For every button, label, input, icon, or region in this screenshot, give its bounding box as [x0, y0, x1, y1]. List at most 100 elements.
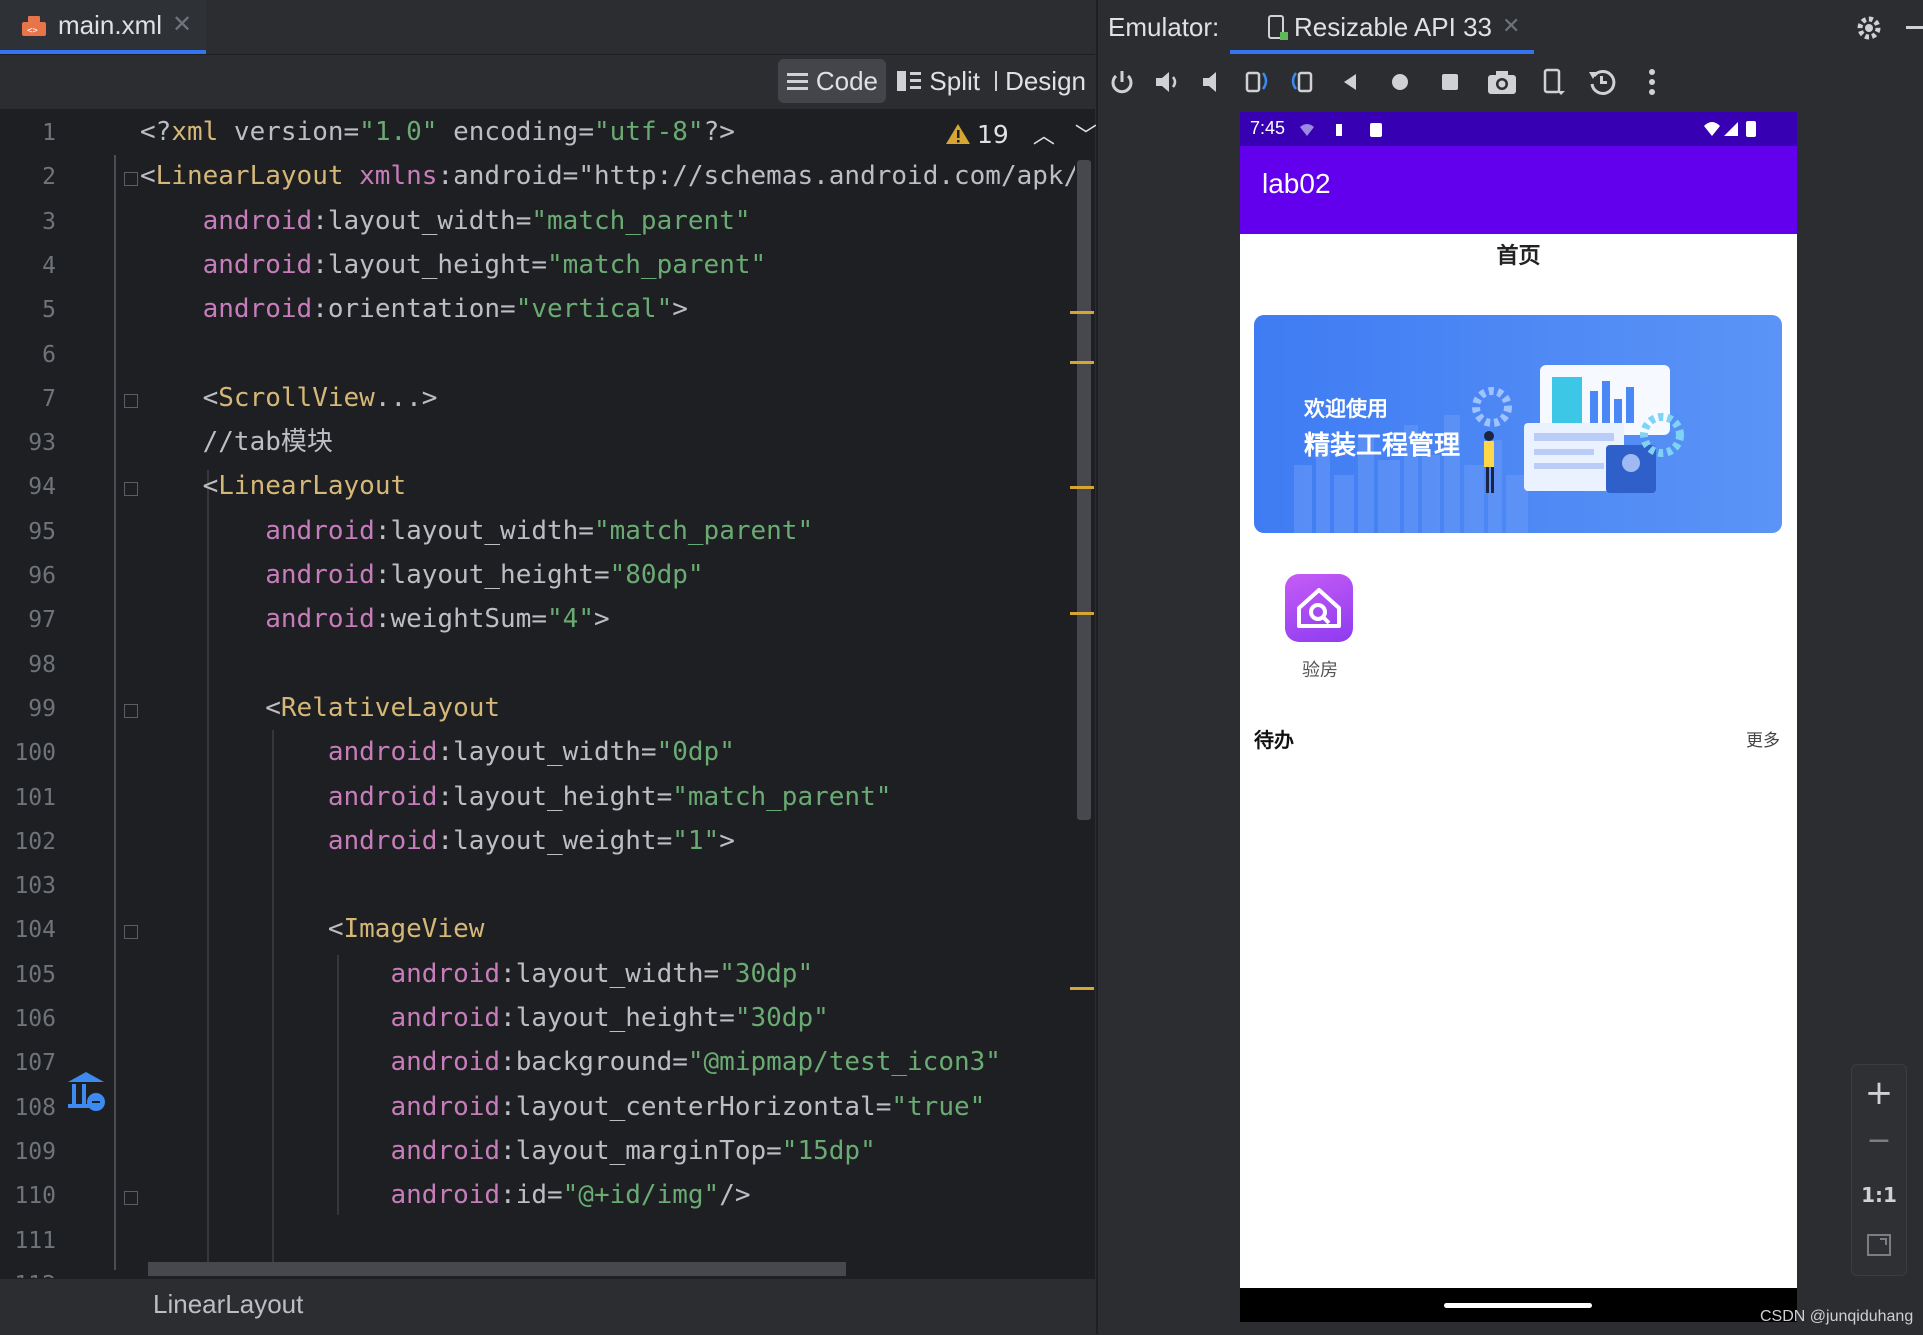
- code-line[interactable]: android:layout_marginTop="15dp": [140, 1129, 876, 1173]
- fold-marker-icon[interactable]: [124, 172, 138, 186]
- inspection-widget[interactable]: 19 ︿ ﹀: [945, 118, 1097, 150]
- breadcrumb: LinearLayout: [0, 1278, 1095, 1335]
- breadcrumb-item[interactable]: LinearLayout: [153, 1289, 303, 1320]
- line-number: 98: [0, 652, 56, 678]
- code-line[interactable]: android:layout_centerHorizontal="true": [140, 1085, 985, 1129]
- split-view-icon: [896, 69, 921, 93]
- line-number: 93: [0, 430, 56, 456]
- warning-marker[interactable]: [1070, 361, 1094, 364]
- banner-title-text: 精装工程管理: [1304, 425, 1460, 462]
- line-number: 96: [0, 563, 56, 589]
- chevron-down-icon[interactable]: ﹀: [1075, 118, 1097, 150]
- code-line[interactable]: android:layout_height="match_parent": [140, 243, 766, 287]
- line-number: 3: [0, 209, 56, 235]
- line-number: 99: [0, 696, 56, 722]
- minimize-icon[interactable]: [1906, 26, 1923, 29]
- split-mode-button[interactable]: Split: [888, 59, 988, 103]
- rotate-left-icon[interactable]: [1240, 64, 1276, 100]
- fold-marker-icon[interactable]: [124, 482, 138, 496]
- inspect-house-label: 验房: [1280, 656, 1360, 682]
- inspect-house-button[interactable]: [1285, 574, 1353, 642]
- code-line[interactable]: android:layout_width="match_parent": [140, 509, 813, 553]
- xml-file-icon: <>: [20, 14, 48, 38]
- screenshot-icon[interactable]: [1484, 64, 1520, 100]
- warning-marker[interactable]: [1070, 612, 1094, 615]
- rotate-right-icon[interactable]: [1284, 64, 1320, 100]
- watermark: CSDN @junqiduhang: [1760, 1308, 1913, 1326]
- mipmap-resource-icon[interactable]: [64, 1070, 108, 1114]
- more-icon[interactable]: [1634, 64, 1670, 100]
- back-icon[interactable]: [1332, 64, 1368, 100]
- warning-marker[interactable]: [1070, 311, 1094, 314]
- code-line[interactable]: android:background="@mipmap/test_icon3": [140, 1040, 1001, 1084]
- status-bar: 7:45: [1240, 112, 1797, 146]
- banner-image[interactable]: 欢迎使用 精装工程管理: [1254, 315, 1782, 533]
- zoom-in-button[interactable]: +: [1852, 1073, 1906, 1113]
- close-icon[interactable]: ✕: [172, 10, 192, 38]
- code-line[interactable]: <LinearLayout xmlns:android="http://sche…: [140, 154, 1075, 198]
- fit-screen-icon[interactable]: [1866, 1233, 1892, 1257]
- volume-up-icon[interactable]: [1150, 64, 1186, 100]
- overview-icon[interactable]: [1432, 64, 1468, 100]
- power-icon[interactable]: [1104, 64, 1140, 100]
- actual-size-button[interactable]: 1:1: [1852, 1183, 1906, 1207]
- warning-marker[interactable]: [1070, 987, 1094, 990]
- more-link[interactable]: 更多: [1746, 726, 1780, 751]
- code-line[interactable]: android:layout_height="match_parent": [140, 775, 891, 819]
- chevron-up-icon[interactable]: ︿: [1033, 118, 1055, 150]
- vertical-scrollbar[interactable]: [1077, 160, 1091, 820]
- code-line[interactable]: android:layout_height="80dp": [140, 553, 704, 597]
- line-number: 105: [0, 962, 56, 988]
- code-line[interactable]: android:layout_weight="1">: [140, 819, 735, 863]
- status-time: 7:45: [1250, 118, 1285, 139]
- status-notification-icons: [1298, 121, 1398, 139]
- gear-icon[interactable]: [1855, 14, 1883, 42]
- line-number: 107: [0, 1050, 56, 1076]
- todo-section-title: 待办: [1254, 724, 1294, 753]
- home-icon[interactable]: [1382, 64, 1418, 100]
- app-bar: lab02: [1240, 146, 1797, 234]
- gesture-handle[interactable]: [1444, 1303, 1592, 1308]
- snapshot-icon[interactable]: [1584, 64, 1620, 100]
- emulator-label: Emulator:: [1108, 12, 1219, 43]
- code-line[interactable]: android:layout_width="30dp": [140, 952, 813, 996]
- fold-marker-icon[interactable]: [124, 704, 138, 718]
- code-line[interactable]: android:layout_width="0dp": [140, 730, 735, 774]
- zoom-controls: + − 1:1: [1851, 1064, 1907, 1276]
- code-line[interactable]: android:layout_width="match_parent": [140, 199, 751, 243]
- split-mode-label: Split: [929, 66, 980, 97]
- close-icon[interactable]: ✕: [1502, 14, 1520, 39]
- line-number: 106: [0, 1006, 56, 1032]
- code-area[interactable]: <?xml version="1.0" encoding="utf-8"?><L…: [140, 110, 1075, 1270]
- code-mode-button[interactable]: Code: [778, 59, 886, 103]
- code-line[interactable]: //tab模块: [140, 420, 333, 464]
- fold-icon[interactable]: [1536, 64, 1572, 100]
- code-line[interactable]: <?xml version="1.0" encoding="utf-8"?>: [140, 110, 735, 154]
- code-line[interactable]: android:id="@+id/img"/>: [140, 1173, 751, 1217]
- line-number: 6: [0, 342, 56, 368]
- code-line[interactable]: <ImageView: [140, 907, 484, 951]
- code-line[interactable]: <ScrollView...>: [140, 376, 437, 420]
- horizontal-scrollbar[interactable]: [148, 1262, 846, 1276]
- zoom-out-button[interactable]: −: [1852, 1123, 1906, 1158]
- design-mode-button[interactable]: Design: [986, 59, 1094, 103]
- line-number: 108: [0, 1095, 56, 1121]
- code-line[interactable]: <LinearLayout: [140, 464, 406, 508]
- code-line[interactable]: <RelativeLayout: [140, 686, 500, 730]
- editor-tab-bar: <> main.xml ✕: [0, 0, 1095, 55]
- file-tab[interactable]: <> main.xml ✕: [0, 0, 206, 54]
- svg-text:<>: <>: [27, 26, 38, 36]
- line-number: 110: [0, 1183, 56, 1209]
- volume-down-icon[interactable]: [1194, 64, 1230, 100]
- line-number: 2: [0, 164, 56, 190]
- code-line[interactable]: android:weightSum="4">: [140, 597, 610, 641]
- code-line[interactable]: android:layout_height="30dp": [140, 996, 829, 1040]
- fold-marker-icon[interactable]: [124, 925, 138, 939]
- device-tab-label: Resizable API 33: [1294, 12, 1492, 43]
- warning-marker[interactable]: [1070, 486, 1094, 489]
- fold-marker-icon[interactable]: [124, 394, 138, 408]
- fold-marker-icon[interactable]: [124, 1191, 138, 1205]
- phone-screen[interactable]: 7:45 lab02 首页: [1240, 112, 1797, 1322]
- line-number: 94: [0, 474, 56, 500]
- code-line[interactable]: android:orientation="vertical">: [140, 287, 688, 331]
